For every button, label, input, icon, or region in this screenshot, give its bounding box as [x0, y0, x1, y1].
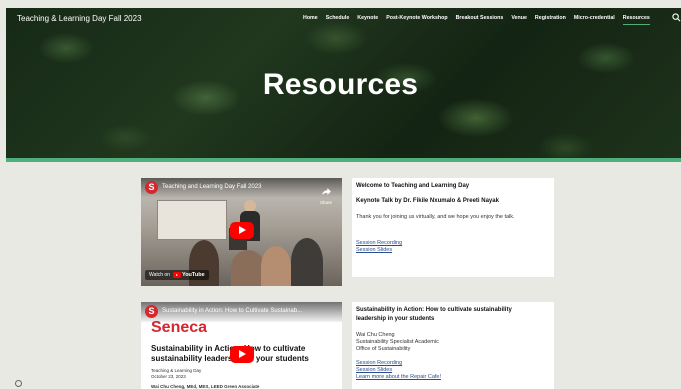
- watch-on-label: Watch on: [149, 272, 170, 278]
- card-subheading: Keynote Talk by Dr. Fikile Nxumalo & Pre…: [356, 198, 499, 204]
- session-recording-link[interactable]: Session Recording: [356, 360, 402, 366]
- video-title[interactable]: Teaching and Learning Day Fall 2023: [162, 184, 261, 190]
- nav-item-keynote[interactable]: Keynote: [357, 15, 378, 21]
- site-title[interactable]: Teaching & Learning Day Fall 2023: [17, 14, 142, 23]
- slide-event: Teaching & Learning Day: [151, 368, 202, 373]
- presenter-role: Sustainability Specialist Academic: [356, 339, 439, 345]
- nav-item-resources[interactable]: Resources: [622, 15, 650, 25]
- nav-item-breakout-sessions[interactable]: Breakout Sessions: [456, 15, 504, 21]
- session-slides-link[interactable]: Session Slides: [356, 367, 392, 373]
- session-recording-link[interactable]: Session Recording: [356, 240, 402, 246]
- repair-cafe-link[interactable]: Learn more about the Repair Cafe!: [356, 374, 441, 380]
- hero-accent-bar: [6, 158, 681, 162]
- nav-item-post-keynote-workshop[interactable]: Post-Keynote Workshop: [386, 15, 447, 21]
- page-title: Resources: [262, 68, 419, 101]
- resource-card-sustainability: Sustainability in Action: How to cultiva…: [352, 302, 554, 389]
- channel-logo[interactable]: S: [145, 181, 158, 194]
- presenter-office: Office of Sustainability: [356, 346, 411, 352]
- audience-member: [261, 246, 291, 286]
- share-label: Share: [319, 200, 332, 205]
- card-heading: Sustainability in Action: How to cultiva…: [356, 307, 512, 313]
- video-title[interactable]: Sustainability in Action: How to Cultiva…: [162, 308, 302, 314]
- video-embed-sustainability[interactable]: S Sustainability in Action: How to Culti…: [141, 302, 342, 389]
- search-icon[interactable]: [672, 13, 681, 22]
- slide-date: October 23, 2023: [151, 374, 186, 379]
- lecture-screen: [157, 200, 227, 240]
- audience-member: [231, 250, 265, 286]
- card-heading: Welcome to Teaching and Learning Day: [356, 183, 470, 189]
- main-nav: Home Schedule Keynote Post-Keynote Works…: [303, 15, 658, 25]
- youtube-logo-icon: [172, 272, 181, 278]
- slide-presenter: Wai Chu Cheng, MEd, MES, LEED Green Asso…: [151, 384, 260, 389]
- nav-item-schedule[interactable]: Schedule: [326, 15, 350, 21]
- presenter-name: Wai Chu Cheng: [356, 332, 395, 338]
- watch-on-youtube-button[interactable]: Watch on YouTube: [145, 270, 209, 280]
- nav-item-registration[interactable]: Registration: [535, 15, 566, 21]
- video-embed-keynote[interactable]: S Teaching and Learning Day Fall 2023 Sh…: [141, 178, 342, 286]
- nav-item-venue[interactable]: Venue: [511, 15, 527, 21]
- card-text: Thank you for joining us virtually, and …: [356, 214, 515, 220]
- channel-logo[interactable]: S: [145, 305, 158, 318]
- audience-member: [291, 238, 323, 286]
- session-slides-link[interactable]: Session Slides: [356, 247, 392, 253]
- slide-title-line: Sustainability in Action: How to cultiva…: [151, 344, 306, 353]
- share-button[interactable]: Share: [318, 182, 334, 205]
- play-button[interactable]: [230, 346, 254, 363]
- info-icon[interactable]: [15, 380, 22, 387]
- play-button[interactable]: [230, 222, 254, 239]
- nav-item-home[interactable]: Home: [303, 15, 318, 21]
- nav-item-micro-credential[interactable]: Micro-credential: [574, 15, 615, 21]
- youtube-wordmark: YouTube: [181, 272, 205, 278]
- card-heading-line2: leadership in your students: [356, 316, 435, 322]
- resource-card-keynote: Welcome to Teaching and Learning Day Key…: [352, 178, 554, 277]
- share-icon: [321, 188, 331, 195]
